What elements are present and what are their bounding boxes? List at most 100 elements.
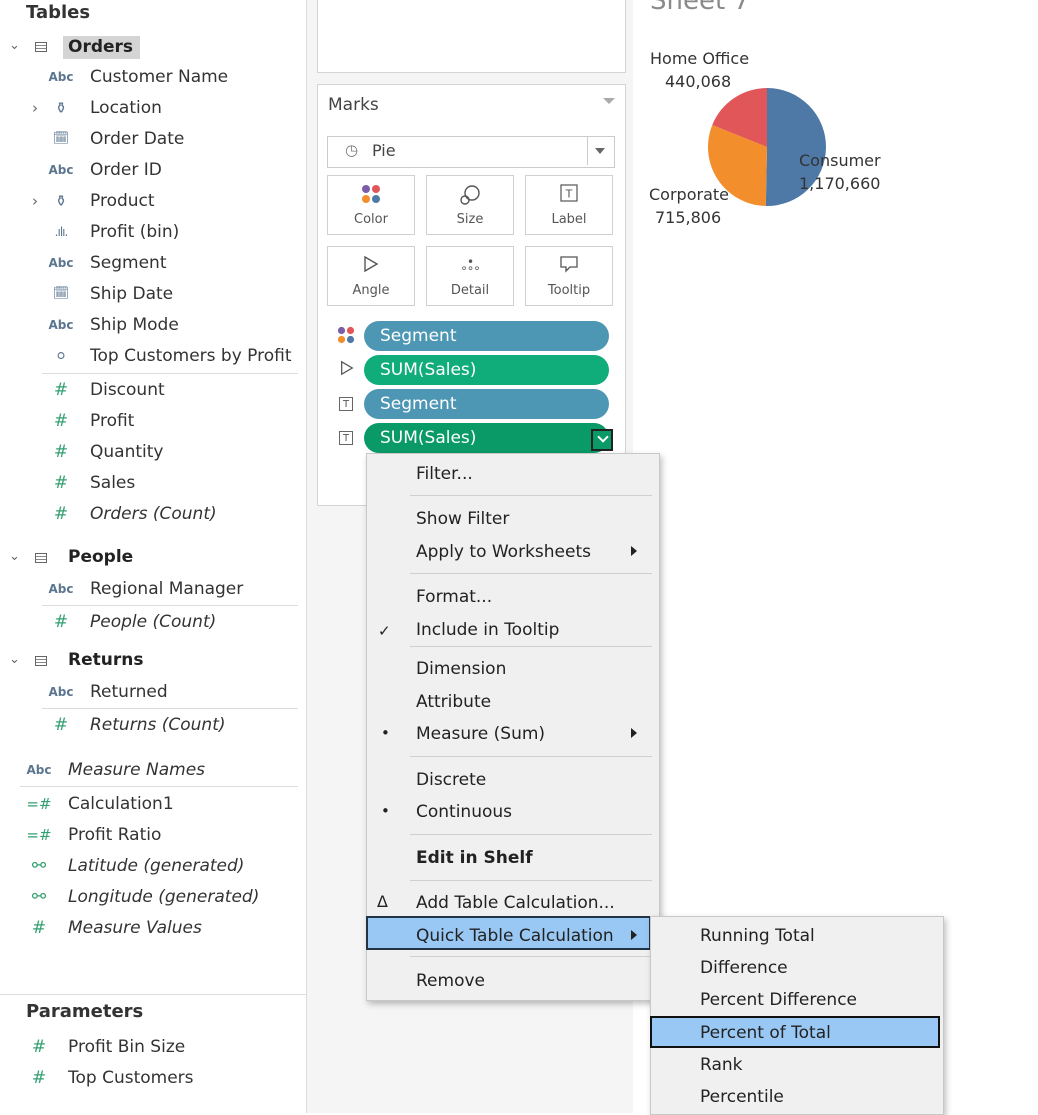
collapse-returns-chevron-icon[interactable]: ⌄ [9, 652, 20, 667]
field-order-id[interactable]: Abc Order ID [48, 155, 298, 185]
param-top-customers[interactable]: # Top Customers [26, 1063, 298, 1093]
pill-dropdown-button[interactable] [591, 429, 613, 451]
measure-sales[interactable]: # Sales [48, 468, 298, 498]
menu-quick-table-calculation[interactable]: Quick Table Calculation [416, 926, 614, 946]
field-label: Top Customers by Profit [90, 346, 292, 366]
field-measure-names[interactable]: Abc Measure Names [26, 755, 298, 785]
pie-label-corporate: Corporate [649, 185, 729, 204]
pill-segment-color[interactable]: Segment [364, 321, 609, 351]
calc-calculation1[interactable]: =# Calculation1 [26, 789, 298, 819]
pill-segment-label[interactable]: Segment [364, 389, 609, 419]
parameter-hash-icon: # [31, 1037, 47, 1057]
menu-apply-to-worksheets[interactable]: Apply to Worksheets [416, 542, 591, 562]
field-measure-values[interactable]: # Measure Values [26, 913, 298, 943]
marks-title: Marks [328, 95, 379, 115]
calc-profit-ratio[interactable]: =# Profit Ratio [26, 820, 298, 850]
chevron-down-icon[interactable] [595, 148, 605, 154]
divider [20, 786, 298, 787]
menu-add-table-calculation[interactable]: Add Table Calculation... [416, 893, 615, 913]
angle-button[interactable]: Angle [327, 246, 415, 306]
text-label-icon: T [526, 184, 612, 207]
measure-profit[interactable]: # Profit [48, 406, 298, 436]
table-orders[interactable]: Orders [68, 36, 133, 59]
menu-show-filter[interactable]: Show Filter [416, 509, 509, 529]
menu-dimension[interactable]: Dimension [416, 659, 506, 679]
table-returns[interactable]: Returns [68, 649, 143, 672]
measure-returns-count[interactable]: # Returns (Count) [48, 710, 298, 740]
collapse-people-chevron-icon[interactable]: ⌄ [9, 549, 20, 564]
field-order-date[interactable]: 🗓 Order Date [48, 124, 298, 154]
table-people[interactable]: People [68, 546, 133, 569]
bullet-icon: • [381, 724, 390, 742]
menu-edit-in-shelf[interactable]: Edit in Shelf [416, 848, 533, 868]
submenu-difference[interactable]: Difference [700, 958, 788, 978]
menu-format[interactable]: Format... [416, 587, 492, 607]
submenu-percent-difference[interactable]: Percent Difference [700, 990, 857, 1010]
expand-chevron-icon[interactable]: › [32, 93, 38, 123]
menu-include-in-tooltip[interactable]: Include in Tooltip [416, 620, 559, 640]
field-regional-manager[interactable]: Abc Regional Manager [48, 574, 298, 604]
submenu-arrow-icon [631, 930, 637, 940]
menu-measure-sum[interactable]: Measure (Sum) [416, 724, 545, 744]
field-location[interactable]: › ⚱ Location [32, 93, 298, 123]
measure-hash-icon: # [53, 380, 69, 400]
field-label: People (Count) [90, 612, 217, 632]
field-label: Customer Name [90, 67, 229, 87]
field-product[interactable]: › ⚱ Product [32, 186, 298, 216]
mark-type-dropdown[interactable] [327, 136, 615, 168]
tooltip-button[interactable]: Tooltip [525, 246, 613, 306]
menu-remove[interactable]: Remove [416, 971, 485, 991]
field-label: Ship Date [90, 284, 174, 304]
menu-attribute[interactable]: Attribute [416, 692, 491, 712]
detail-button[interactable]: • ∘∘∘ Detail [426, 246, 514, 306]
measure-people-count[interactable]: # People (Count) [48, 607, 298, 637]
pages-card [317, 0, 626, 73]
table-icon [35, 656, 47, 666]
expand-chevron-icon[interactable]: › [32, 186, 38, 216]
menu-filter[interactable]: Filter... [416, 464, 473, 484]
mark-type-label: Pie [372, 141, 396, 160]
color-button[interactable]: Color [327, 175, 415, 235]
pill-sum-sales-angle[interactable]: SUM(Sales) [364, 355, 609, 385]
measure-hash-icon: # [53, 473, 69, 493]
measure-orders-count[interactable]: # Orders (Count) [48, 499, 298, 529]
field-label: Calculation1 [68, 794, 174, 814]
menu-separator [410, 880, 652, 881]
field-latitude[interactable]: ⚯ Latitude (generated) [26, 851, 298, 881]
field-label: Order ID [90, 160, 162, 180]
menu-continuous[interactable]: Continuous [416, 802, 512, 822]
param-profit-bin-size[interactable]: # Profit Bin Size [26, 1032, 298, 1062]
field-ship-mode[interactable]: Abc Ship Mode [48, 310, 298, 340]
field-longitude[interactable]: ⚯ Longitude (generated) [26, 882, 298, 912]
submenu-rank[interactable]: Rank [700, 1055, 742, 1075]
submenu-percent-of-total[interactable]: Percent of Total [700, 1023, 831, 1043]
button-label: Angle [352, 283, 390, 298]
field-ship-date[interactable]: 🗓 Ship Date [48, 279, 298, 309]
field-label: Measure Names [68, 760, 206, 780]
submenu-arrow-icon [631, 546, 637, 556]
size-button[interactable]: Size [426, 175, 514, 235]
pill-sum-sales-label[interactable]: SUM(Sales) [364, 423, 609, 453]
measure-discount[interactable]: # Discount [48, 375, 298, 405]
submenu-running-total[interactable]: Running Total [700, 926, 815, 946]
field-customer-name[interactable]: Abc Customer Name [48, 62, 298, 92]
label-button[interactable]: T Label [525, 175, 613, 235]
field-top-customers-by-profit[interactable]: ⚪ Top Customers by Profit [48, 341, 298, 371]
field-label: Sales [90, 473, 136, 493]
measure-quantity[interactable]: # Quantity [48, 437, 298, 467]
collapse-orders-chevron-icon[interactable]: ⌄ [9, 38, 20, 53]
field-segment[interactable]: Abc Segment [48, 248, 298, 278]
divider [42, 605, 298, 606]
field-returned[interactable]: Abc Returned [48, 677, 298, 707]
bin-histogram-icon: .ılı. [54, 225, 69, 239]
field-label: Profit [90, 411, 135, 431]
submenu-percentile[interactable]: Percentile [700, 1087, 784, 1107]
field-label: Returns (Count) [90, 715, 226, 735]
field-profit-bin[interactable]: .ılı. Profit (bin) [48, 217, 298, 247]
calendar-icon: 🗓 [52, 286, 70, 301]
marks-menu-arrow-icon[interactable] [603, 98, 615, 104]
menu-separator [410, 956, 652, 957]
measure-hash-icon: # [53, 612, 69, 632]
angle-icon [328, 255, 414, 278]
menu-discrete[interactable]: Discrete [416, 770, 486, 790]
